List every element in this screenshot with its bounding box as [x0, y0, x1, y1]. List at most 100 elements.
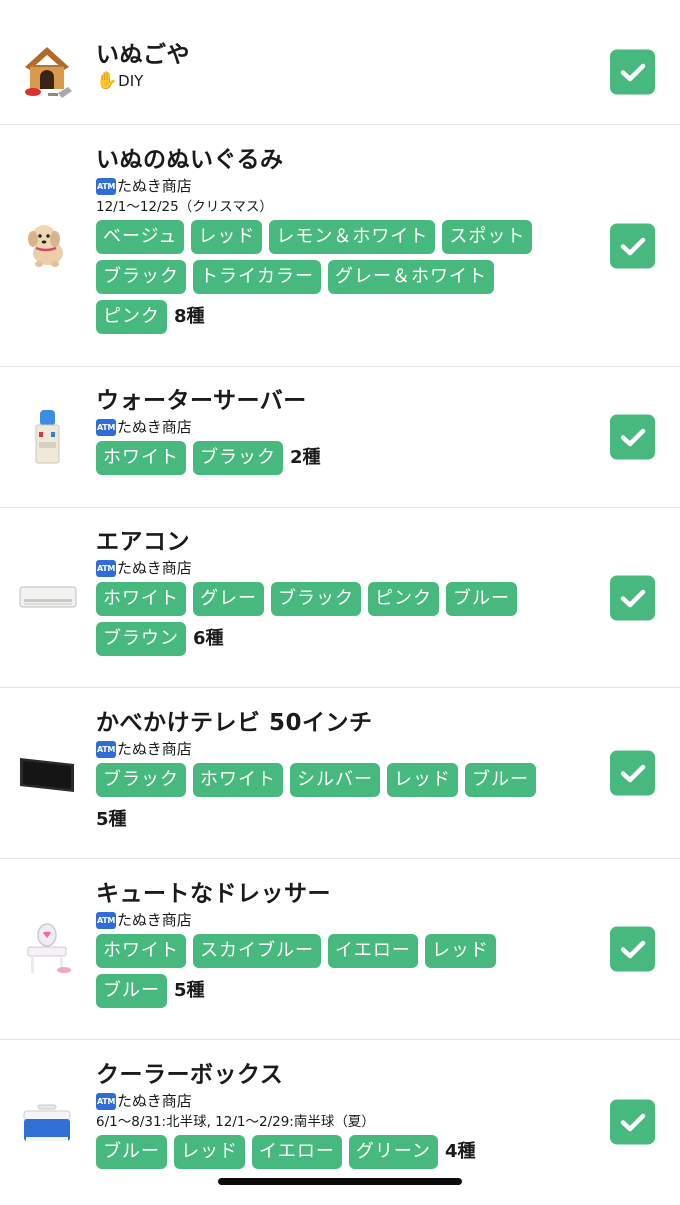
variant-chip: イエロー [328, 934, 418, 968]
item-source-label: たぬき商店 [117, 911, 192, 929]
variant-chip: レモン＆ホワイト [269, 220, 436, 254]
variant-chip: レッド [387, 763, 458, 797]
variant-chip: イエロー [252, 1135, 342, 1169]
variant-count: 5種 [96, 809, 127, 830]
variant-count: 2種 [290, 447, 321, 468]
cute-dresser-thumbnail [27, 923, 71, 973]
variant-chip: ホワイト [96, 441, 186, 475]
item-source-label: たぬき商店 [117, 177, 192, 195]
item-name: ウォーターサーバー [96, 388, 307, 414]
variant-chip: トライカラー [193, 260, 321, 294]
dog-house-thumbnail [25, 47, 72, 98]
atm-icon: ATM [96, 911, 116, 929]
variant-chip: ブルー [96, 974, 167, 1008]
atm-icon: ATM [96, 740, 116, 758]
item-source: ATM たぬき商店 [96, 175, 570, 197]
item-period: 6/1〜8/31:北半球, 12/1〜2/29:南半球（夏） [96, 1114, 375, 1130]
item-name: キュートなドレッサー [96, 881, 331, 907]
item-content: エアコン ATM たぬき商店 ホワイト グレー ブラック ピンク ブルー ブラウ… [96, 527, 570, 662]
item-source-label: たぬき商店 [117, 1092, 192, 1110]
variant-list: ホワイト ブラック 2種 [96, 441, 570, 481]
checkmark-icon [620, 237, 645, 255]
checkbox-checked[interactable] [610, 414, 655, 460]
variant-chip: ブルー [465, 763, 536, 797]
item-content: キュートなドレッサー ATM たぬき商店 ホワイト スカイブルー イエロー レッ… [96, 879, 570, 1014]
item-source: ATM たぬき商店 [96, 416, 570, 438]
variant-chip: レッド [424, 934, 496, 968]
checkbox-checked[interactable] [610, 926, 655, 972]
item-content: クーラーボックス ATM たぬき商店 6/1〜8/31:北半球, 12/1〜2/… [96, 1060, 570, 1175]
variant-list: ベージュ レッド レモン＆ホワイト スポット ブラック トライカラー グレー＆ホ… [96, 220, 570, 340]
variant-count: 6種 [193, 628, 224, 649]
variant-chip: ブラウン [96, 622, 186, 656]
variant-chip: ホワイト [193, 763, 283, 797]
item-list: いぬごや ✋ DIY いぬのぬいぐるみ ATM たぬき商店 12/1〜12/25… [0, 0, 680, 1205]
item-source: ATM たぬき商店 [96, 557, 570, 579]
item-period: 12/1〜12/25（クリスマス） [96, 199, 273, 215]
item-source: ATM たぬき商店 [96, 909, 570, 931]
atm-icon: ATM [96, 177, 116, 195]
checkbox-checked[interactable] [610, 575, 655, 621]
item-source: ATM たぬき商店 [96, 738, 570, 760]
list-item[interactable]: かべかけテレビ 50インチ ATM たぬき商店 ブラック ホワイト シルバー レ… [0, 688, 680, 859]
cooler-box-thumbnail [23, 1104, 71, 1141]
atm-icon: ATM [96, 418, 116, 436]
variant-list: ブラック ホワイト シルバー レッド ブルー 5種 [96, 763, 570, 843]
checkmark-icon [620, 63, 645, 81]
item-name: エアコン [96, 529, 190, 555]
raised-hand-icon: ✋ [96, 71, 118, 91]
item-source-label: たぬき商店 [117, 418, 192, 436]
list-item[interactable]: いぬごや ✋ DIY [0, 0, 680, 125]
variant-list: ホワイト グレー ブラック ピンク ブルー ブラウン 6種 [96, 582, 570, 662]
variant-count: 8種 [174, 306, 205, 327]
home-indicator[interactable] [218, 1178, 462, 1185]
checkbox-checked[interactable] [610, 750, 655, 796]
list-item[interactable]: キュートなドレッサー ATM たぬき商店 ホワイト スカイブルー イエロー レッ… [0, 859, 680, 1040]
item-content: いぬごや ✋ DIY [96, 40, 570, 92]
item-name: いぬごや [96, 42, 190, 68]
variant-chip: ピンク [368, 582, 439, 616]
variant-chip: ブラック [96, 260, 186, 294]
variant-chip: ブラック [271, 582, 361, 616]
list-item[interactable]: ウォーターサーバー ATM たぬき商店 ホワイト ブラック 2種 [0, 367, 680, 508]
item-name: かべかけテレビ 50インチ [96, 710, 373, 736]
item-source: ✋ DIY [96, 70, 570, 92]
checkbox-checked[interactable] [610, 49, 655, 95]
item-source-label: たぬき商店 [117, 740, 192, 758]
variant-chip: ブルー [446, 582, 517, 616]
variant-chip: ベージュ [96, 220, 185, 254]
item-name: クーラーボックス [96, 1062, 284, 1088]
list-item[interactable]: いぬのぬいぐるみ ATM たぬき商店 12/1〜12/25（クリスマス） ベージ… [0, 125, 680, 367]
variant-list: ブルー レッド イエロー グリーン 4種 [96, 1135, 570, 1175]
variant-chip: スカイブルー [193, 934, 321, 968]
variant-chip: グレー＆ホワイト [328, 260, 494, 294]
variant-chip: ブラック [193, 441, 283, 475]
atm-icon: ATM [96, 559, 116, 577]
variant-chip: ブラック [96, 763, 186, 797]
variant-chip: ブルー [96, 1135, 167, 1169]
item-source-label: DIY [118, 72, 144, 90]
checkmark-icon [620, 940, 645, 958]
air-conditioner-thumbnail [19, 586, 77, 608]
variant-count: 5種 [174, 980, 205, 1001]
checkmark-icon [620, 1113, 645, 1131]
variant-list: ホワイト スカイブルー イエロー レッド ブルー 5種 [96, 934, 570, 1014]
item-content: ウォーターサーバー ATM たぬき商店 ホワイト ブラック 2種 [96, 386, 570, 481]
plush-dog-thumbnail [28, 225, 63, 267]
item-content: かべかけテレビ 50インチ ATM たぬき商店 ブラック ホワイト シルバー レ… [96, 708, 570, 843]
variant-chip: シルバー [290, 763, 380, 797]
variant-chip: レッド [191, 220, 263, 254]
variant-chip: スポット [442, 220, 533, 254]
variant-chip: ホワイト [96, 582, 186, 616]
variant-chip: グレー [193, 582, 264, 616]
checkbox-checked[interactable] [610, 1099, 655, 1145]
water-cooler-thumbnail [35, 410, 60, 464]
checkmark-icon [620, 764, 645, 782]
checkmark-icon [620, 589, 645, 607]
checkmark-icon [620, 428, 645, 446]
variant-count: 4種 [444, 1141, 476, 1162]
atm-icon: ATM [96, 1092, 116, 1110]
checkbox-checked[interactable] [610, 223, 655, 269]
variant-chip: グリーン [348, 1135, 438, 1169]
list-item[interactable]: エアコン ATM たぬき商店 ホワイト グレー ブラック ピンク ブルー ブラウ… [0, 508, 680, 688]
